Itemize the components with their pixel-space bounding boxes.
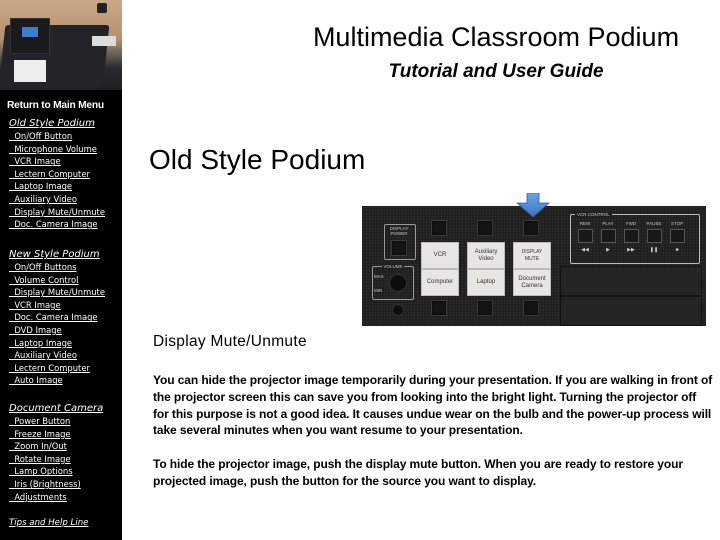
volume-min-label: MIN [374,288,383,293]
nav-item[interactable]: Iris (Brightness) [0,478,122,491]
vcr-control-box: VCR CONTROL REW PLAY FWD PAUSE STOP ◀◀ ▶… [570,212,700,264]
nav-item[interactable]: Zoom In/Out [0,440,122,453]
podium-control-panel-photo: DISPLAY POWER VOLUME MAX MIN VCR Auxilia… [362,206,706,326]
nav-item[interactable]: Rotate Image [0,453,122,466]
nav-item[interactable]: On/Off Button [0,130,122,143]
down-arrow-icon [516,193,550,217]
nav-item[interactable]: Lamp Options [0,465,122,478]
page-subtitle: Tutorial and User Guide [388,61,604,82]
nav-item[interactable]: VCR Image [0,299,122,312]
fast-forward-icon: ▶▶ [627,247,635,253]
nav-item[interactable]: Adjustments [0,491,122,504]
nav-item[interactable]: Lectern Computer [0,168,122,181]
vcr-indicator [431,220,447,236]
vcr-fwd-label: FWD [625,221,637,226]
nav-item[interactable]: Laptop Image [0,180,122,193]
page-title: Multimedia Classroom Podium [312,22,680,52]
play-icon: ▶ [606,247,610,253]
nav-item[interactable]: Doc. Camera Image [0,218,122,231]
vcr-control-label: VCR CONTROL [575,212,612,217]
laptop-source-button: Laptop [467,269,505,296]
document-camera-source-button: Document Camera [513,269,551,296]
nav-tips: Tips and Help Line [0,517,122,530]
topic-heading: Display Mute/Unmute [153,333,307,350]
vcr-fwd-button [624,229,639,243]
doc-camera-shape [97,3,107,13]
pause-icon: ❚❚ [649,247,659,253]
nav-item[interactable]: Auxiliary Video [0,193,122,206]
display-mute-indicator [523,220,539,236]
nav-item[interactable]: Doc. Camera Image [0,311,122,324]
display-power-button [391,240,407,256]
vcr-stop-button [670,229,685,243]
nav-item[interactable]: Freeze Image [0,428,122,441]
nav-item[interactable]: DVD Image [0,324,122,337]
nav-item-display-mute[interactable]: Display Mute/Unmute [0,206,122,219]
nav-item[interactable]: Microphone Volume [0,143,122,156]
nav-section-old-style-podium[interactable]: Old Style Podium [0,117,122,130]
nav-new-style-podium: New Style Podium On/Off Buttons Volume C… [0,248,122,387]
volume-label: VOLUME [382,264,404,269]
paper-shape [92,36,116,46]
monitor-screen-shape [22,27,38,37]
nav-section-new-style-podium[interactable]: New Style Podium [0,248,122,261]
paper-shape [14,60,46,82]
section-heading: Old Style Podium [149,144,366,175]
vcr-rew-button [578,229,593,243]
mic-jack [392,304,404,316]
computer-indicator [431,300,447,316]
vcr-rew-label: REW [579,221,591,226]
vcr-pause-button [647,229,662,243]
aux-indicator [477,220,493,236]
auxiliary-video-source-button: Auxiliary Video [467,242,505,269]
nav-item[interactable]: Auxiliary Video [0,349,122,362]
podium-photo [0,0,122,97]
display-power-label: DISPLAY POWER [389,226,409,236]
tips-and-help-line-link[interactable]: Tips and Help Line [0,517,122,530]
body-paragraph: To hide the projector image, push the di… [153,457,683,488]
volume-max-label: MAX [374,274,384,279]
nav-item[interactable]: Laptop Image [0,337,122,350]
nav-item[interactable]: Volume Control [0,274,122,287]
doc-camera-indicator [523,300,539,316]
vcr-play-button [601,229,616,243]
return-to-main-menu-link[interactable]: Return to Main Menu [7,100,104,111]
rewind-icon: ◀◀ [581,247,589,253]
nav-item[interactable]: On/Off Buttons [0,261,122,274]
volume-knob [389,274,407,292]
vcr-play-label: PLAY [602,221,614,226]
nav-section-document-camera[interactable]: Document Camera [0,402,122,415]
nav-item[interactable]: Display Mute/Unmute [0,286,122,299]
nav-item[interactable]: VCR Image [0,155,122,168]
panel-slot [560,296,702,326]
photo-border [0,90,122,97]
display-mute-button: DISPLAY MUTE [513,242,551,269]
vcr-source-button: VCR [421,242,459,269]
vcr-stop-label: STOP [670,221,684,226]
computer-source-button: Computer [421,269,459,296]
laptop-indicator [477,300,493,316]
body-paragraph: You can hide the projector image tempora… [153,373,713,438]
nav-document-camera: Document Camera Power Button Freeze Imag… [0,402,122,503]
panel-slot [560,266,702,296]
nav-old-style-podium: Old Style Podium On/Off Button Microphon… [0,117,122,231]
nav-item[interactable]: Lectern Computer [0,362,122,375]
stop-icon: ■ [675,247,679,253]
vcr-pause-label: PAUSE [646,221,662,226]
sidebar: Return to Main Menu Old Style Podium On/… [0,0,122,540]
nav-item[interactable]: Power Button [0,415,122,428]
nav-item[interactable]: Auto Image [0,374,122,387]
arrow-shape [516,193,550,217]
